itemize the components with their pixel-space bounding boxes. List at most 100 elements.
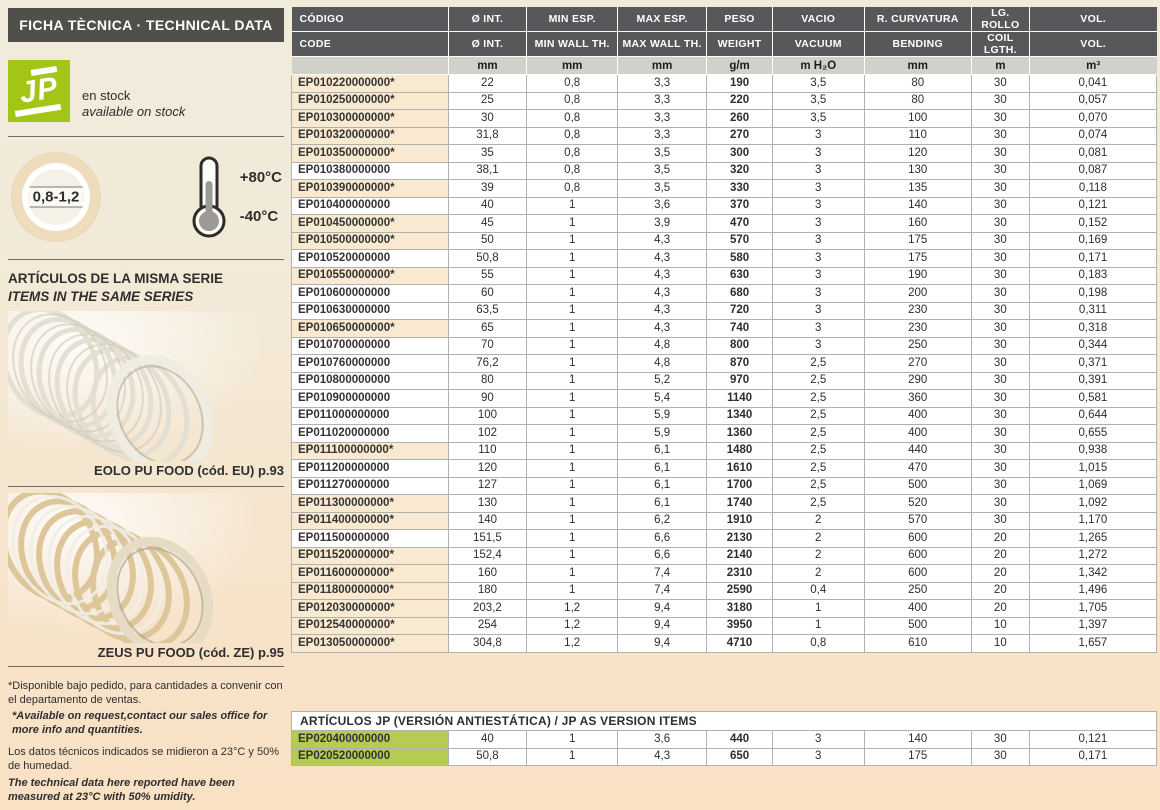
product-code-cell: EP010550000000* [291,266,449,285]
value-cell: 230 [863,301,972,320]
value-cell: 4,3 [617,301,708,320]
table-row: EP010250000000* 25 0,8 3,3 220 3,5 80 30 0,057 [291,91,1158,110]
product-code-cell: EP010700000000 [291,336,449,355]
value-cell: 610 [863,634,972,653]
value-cell: 0,8 [526,126,619,145]
value-cell: 1,705 [1028,599,1158,618]
value-cell: 30 [970,747,1030,766]
hose-image-zeus [0,488,284,658]
product-code-cell: EP010650000000* [291,319,449,338]
value-cell: 0,171 [1028,747,1158,766]
value-cell: 5,2 [617,371,708,390]
product-code-cell: EP013050000000* [291,634,449,653]
value-cell: 5,9 [617,424,708,443]
value-cell: 2 [771,529,865,548]
thermometer-icon [192,156,226,238]
col-header-es: CÓDIGO [291,7,449,32]
value-cell: 3 [771,179,865,198]
value-cell: 6,6 [617,529,708,548]
product-code-cell: EP011020000000 [291,424,449,443]
value-cell: 3 [771,747,865,766]
value-cell: 22 [447,74,528,93]
value-cell: 1,657 [1028,634,1158,653]
value-cell: 30 [970,284,1030,303]
value-cell: 0,8 [526,91,619,110]
value-cell: 160 [447,564,528,583]
value-cell: 1 [526,354,619,373]
table-row: EP010520000000 50,8 1 4,3 580 3 175 30 0,171 [291,249,1158,268]
value-cell: 100 [863,109,972,128]
hose-image-eolo [0,307,284,476]
hose-cross-section-icon: 0,8-1,2 [8,149,104,245]
stock-row: JP en stock available on stock [8,60,284,122]
value-cell: 1 [771,616,865,635]
table-row: EP010630000000 63,5 1 4,3 720 3 230 30 0,311 [291,301,1158,320]
value-cell: 60 [447,284,528,303]
value-cell: 320 [706,161,773,180]
value-cell: 20 [970,546,1030,565]
as-table-title: ARTÍCULOS JP (VERSIÓN ANTIESTÁTICA) / JP… [291,711,1157,731]
value-cell: 9,4 [617,616,708,635]
value-cell: 30 [970,336,1030,355]
value-cell: 0,938 [1028,441,1158,460]
col-header-es: MIN ESP. [526,7,619,32]
value-cell: 570 [863,511,972,530]
product-code-cell: EP011500000000 [291,529,449,548]
value-cell: 600 [863,546,972,565]
value-cell: 3,9 [617,214,708,233]
value-cell: 360 [863,389,972,408]
value-cell: 1 [771,599,865,618]
divider [8,136,284,137]
value-cell: 260 [706,109,773,128]
value-cell: 130 [863,161,972,180]
product-code-cell: EP011270000000 [291,476,449,495]
value-cell: 10 [970,616,1030,635]
product-code-cell: EP010250000000* [291,91,449,110]
value-cell: 30 [447,109,528,128]
value-cell: 2,5 [771,424,865,443]
value-cell: 3,3 [617,91,708,110]
value-cell: 600 [863,529,972,548]
value-cell: 2,5 [771,371,865,390]
footnote-availability-es: *Disponible bajo pedido, para cantidades… [8,680,283,707]
value-cell: 570 [706,231,773,250]
value-cell: 20 [970,564,1030,583]
value-cell: 30 [970,730,1030,749]
value-cell: 127 [447,476,528,495]
value-cell: 1 [526,730,619,749]
value-cell: 1 [526,511,619,530]
table-row: EP010500000000* 50 1 4,3 570 3 175 30 0,169 [291,231,1158,250]
product-code-cell: EP010800000000 [291,371,449,390]
value-cell: 0,318 [1028,319,1158,338]
col-header-en: BENDING [864,31,972,57]
unit-cell: m H₂O [772,56,865,75]
header-row-en: CODE Ø INT. MIN WALL TH. MAX WALL TH. WEIGHT… [291,31,1157,57]
value-cell: 3,5 [617,144,708,163]
value-cell: 304,8 [447,634,528,653]
value-cell: 140 [863,196,972,215]
value-cell: 1140 [706,389,773,408]
hose-caption-eolo: EOLO PU FOOD (cód. EU) p.93 [94,463,284,479]
value-cell: 3,3 [617,74,708,93]
value-cell: 0,074 [1028,126,1158,145]
product-code-cell: EP010380000000 [291,161,449,180]
value-cell: 500 [863,476,972,495]
value-cell: 0,121 [1028,196,1158,215]
value-cell: 220 [706,91,773,110]
value-cell: 1 [526,476,619,495]
value-cell: 180 [447,581,528,600]
col-header-es: PESO [706,7,773,32]
value-cell: 30 [970,354,1030,373]
value-cell: 1,397 [1028,616,1158,635]
value-cell: 130 [447,494,528,513]
value-cell: 0,371 [1028,354,1158,373]
divider [8,666,284,668]
table-body: EP010220000000* 22 0,8 3,3 190 3,5 80 30 0,041 EP… [291,74,1158,653]
value-cell: 3,5 [771,74,865,93]
value-cell: 80 [447,371,528,390]
value-cell: 3,6 [617,730,708,749]
value-cell: 2590 [706,581,773,600]
value-cell: 30 [970,109,1030,128]
unit-cell: mm [526,56,619,75]
value-cell: 250 [863,581,972,600]
